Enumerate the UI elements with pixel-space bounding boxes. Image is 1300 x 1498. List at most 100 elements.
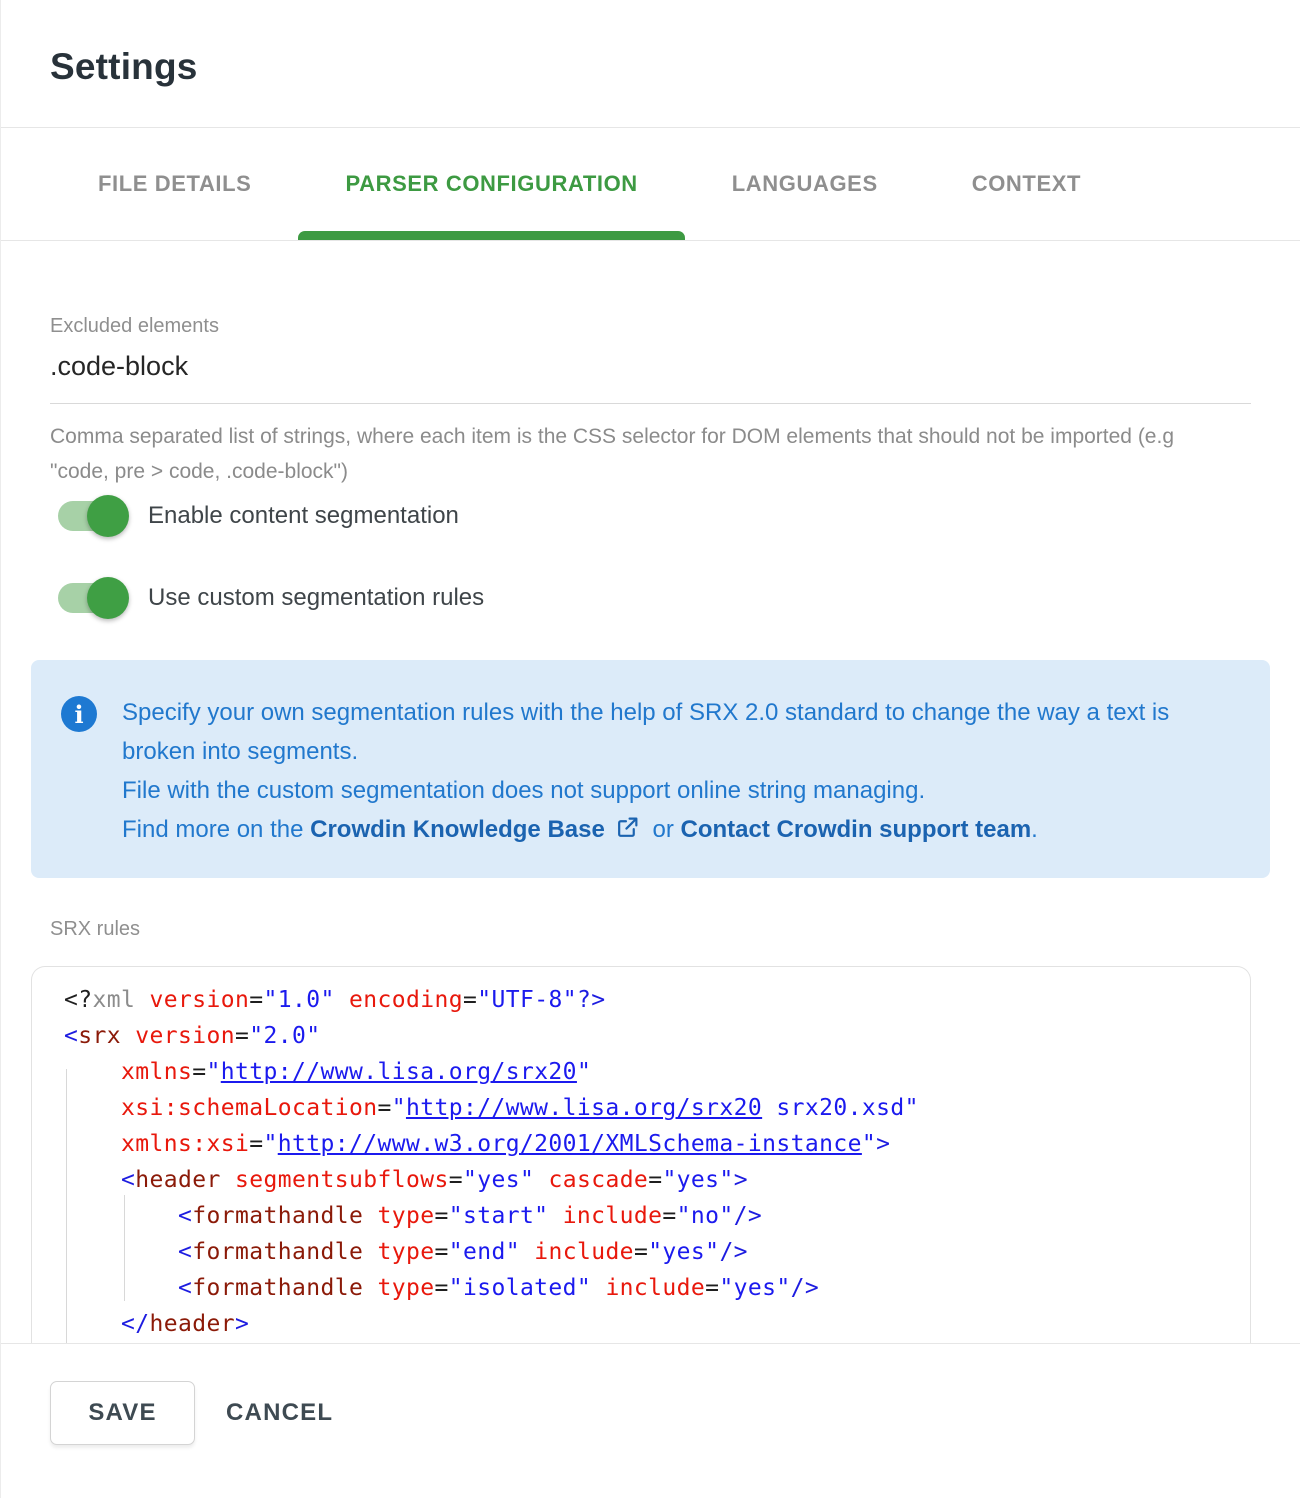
code-token: "yes" bbox=[648, 1239, 719, 1265]
code-token: = bbox=[235, 1023, 249, 1049]
code-token bbox=[534, 1167, 548, 1193]
save-button[interactable]: SAVE bbox=[50, 1381, 195, 1445]
code-token: " bbox=[263, 1131, 277, 1157]
code-token: "start" bbox=[449, 1203, 549, 1229]
code-token: = bbox=[434, 1275, 448, 1301]
code-token: http://www.w3.org/2001/XMLSchema-instanc… bbox=[278, 1131, 862, 1157]
code-token: type bbox=[377, 1275, 434, 1301]
code-token bbox=[335, 987, 349, 1013]
code-token: "yes" bbox=[719, 1275, 790, 1301]
tab-languages[interactable]: LANGUAGES bbox=[685, 128, 925, 240]
excluded-elements-help: Comma separated list of strings, where e… bbox=[50, 419, 1190, 489]
info-line-1: Specify your own segmentation rules with… bbox=[122, 693, 1182, 771]
code-token: "2.0" bbox=[249, 1023, 320, 1049]
code-token: /> bbox=[791, 1275, 820, 1301]
segmentation-info-box: i Specify your own segmentation rules wi… bbox=[31, 660, 1270, 878]
cancel-button[interactable]: CANCEL bbox=[226, 1389, 333, 1437]
indent-guide bbox=[124, 1195, 125, 1301]
code-token: /> bbox=[734, 1203, 763, 1229]
code-token: type bbox=[377, 1203, 434, 1229]
indent-guide bbox=[66, 1069, 67, 1343]
custom-segmentation-toggle[interactable] bbox=[58, 583, 126, 613]
code-line: <formathandle type="isolated" include="y… bbox=[64, 1270, 1250, 1306]
code-token: srx bbox=[78, 1023, 121, 1049]
knowledge-base-link[interactable]: Crowdin Knowledge Base bbox=[310, 816, 605, 843]
contact-support-link[interactable]: Contact Crowdin support team bbox=[681, 816, 1032, 843]
info-icon: i bbox=[61, 696, 97, 732]
code-token: "end" bbox=[449, 1239, 520, 1265]
toggle-thumb bbox=[87, 495, 129, 537]
code-line: xsi:schemaLocation="http://www.lisa.org/… bbox=[64, 1090, 1250, 1126]
code-token: "UTF-8" bbox=[477, 987, 577, 1013]
tab-label: FILE DETAILS bbox=[98, 171, 251, 197]
code-token: "yes" bbox=[662, 1167, 733, 1193]
code-token bbox=[363, 1203, 377, 1229]
tab-context[interactable]: CONTEXT bbox=[925, 128, 1128, 240]
info-find-prefix: Find more on the bbox=[122, 816, 310, 843]
code-token: include bbox=[534, 1239, 634, 1265]
code-token: = bbox=[192, 1059, 206, 1085]
code-token: xmlns:xsi bbox=[121, 1131, 249, 1157]
code-token: type bbox=[377, 1239, 434, 1265]
code-token: xml bbox=[93, 987, 136, 1013]
code-token: = bbox=[434, 1239, 448, 1265]
code-token: segmentsubflows bbox=[235, 1167, 449, 1193]
code-token: http://www.lisa.org/srx20 bbox=[406, 1095, 762, 1121]
code-token: </ bbox=[121, 1311, 150, 1337]
toggle-label: Enable content segmentation bbox=[148, 502, 459, 530]
toggle-thumb bbox=[87, 577, 129, 619]
code-token: /> bbox=[719, 1239, 748, 1265]
code-token: encoding bbox=[349, 987, 463, 1013]
code-token: " bbox=[577, 1059, 591, 1085]
code-token: header bbox=[135, 1167, 220, 1193]
code-token: header bbox=[150, 1311, 235, 1337]
code-token: = bbox=[662, 1203, 676, 1229]
code-token: version bbox=[135, 1023, 235, 1049]
code-token bbox=[135, 987, 149, 1013]
custom-segmentation-row: Use custom segmentation rules bbox=[58, 577, 1300, 619]
code-line: <srx version="2.0" bbox=[64, 1018, 1250, 1054]
tab-file-details[interactable]: FILE DETAILS bbox=[51, 128, 298, 240]
code-token bbox=[520, 1239, 534, 1265]
code-token: xmlns bbox=[121, 1059, 192, 1085]
external-link-icon[interactable] bbox=[615, 813, 640, 852]
code-token: version bbox=[150, 987, 250, 1013]
code-token bbox=[363, 1239, 377, 1265]
code-token: " bbox=[862, 1131, 876, 1157]
code-token: "1.0" bbox=[263, 987, 334, 1013]
code-token: formathandle bbox=[192, 1203, 363, 1229]
content-segmentation-toggle[interactable] bbox=[58, 501, 126, 531]
code-token: = bbox=[648, 1167, 662, 1193]
code-token: " bbox=[207, 1059, 221, 1085]
code-token bbox=[548, 1203, 562, 1229]
code-token: < bbox=[121, 1167, 135, 1193]
code-token: = bbox=[463, 987, 477, 1013]
code-line: xmlns:xsi="http://www.w3.org/2001/XMLSch… bbox=[64, 1126, 1250, 1162]
code-token: > bbox=[235, 1311, 249, 1337]
code-token bbox=[64, 1059, 121, 1085]
code-token: formathandle bbox=[192, 1275, 363, 1301]
code-token: > bbox=[876, 1131, 890, 1157]
code-line: </header> bbox=[64, 1306, 1250, 1342]
settings-dialog: Settings FILE DETAILS PARSER CONFIGURATI… bbox=[0, 0, 1300, 1498]
code-token bbox=[64, 1131, 121, 1157]
excluded-elements-input[interactable]: .code-block bbox=[50, 351, 1251, 404]
tab-parser-configuration[interactable]: PARSER CONFIGURATION bbox=[298, 128, 684, 240]
code-token: = bbox=[634, 1239, 648, 1265]
code-token: = bbox=[249, 1131, 263, 1157]
code-token: "isolated" bbox=[449, 1275, 591, 1301]
code-token bbox=[221, 1167, 235, 1193]
tab-label: CONTEXT bbox=[972, 171, 1081, 197]
code-token: ?> bbox=[577, 987, 606, 1013]
code-token: < bbox=[178, 1203, 192, 1229]
code-token: = bbox=[377, 1095, 391, 1121]
srx-rules-editor[interactable]: <?xml version="1.0" encoding="UTF-8"?><s… bbox=[31, 966, 1251, 1343]
code-token: xsi:schemaLocation bbox=[121, 1095, 377, 1121]
dialog-footer: SAVE CANCEL bbox=[1, 1343, 1300, 1445]
code-token: <? bbox=[64, 987, 93, 1013]
code-token: = bbox=[249, 987, 263, 1013]
code-token: = bbox=[449, 1167, 463, 1193]
code-token: cascade bbox=[548, 1167, 648, 1193]
code-line: xmlns="http://www.lisa.org/srx20" bbox=[64, 1054, 1250, 1090]
info-line-3: Find more on the Crowdin Knowledge Base … bbox=[122, 810, 1182, 852]
